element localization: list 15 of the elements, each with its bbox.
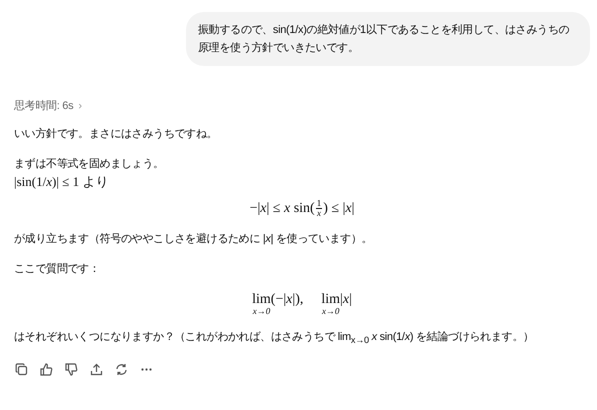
math-line: |sin(1/x)| ≤ 1 より [14,173,110,191]
regenerate-icon[interactable] [115,363,128,376]
paragraph: まずは不等式を固めましょう。 [14,157,165,172]
paragraph: ここで質問です： [14,262,101,277]
chevron-icon[interactable]: › [78,100,82,112]
paragraph: いい方針です。まさにはさみうちですね。 [14,126,218,142]
user-message: 振動するので、sin(1/x)の絶対値が1以下であることを利用して、はさみうちの原理を使う方針でいきたいです。 [186,12,590,66]
thumbs-down-icon[interactable] [65,363,78,376]
thumbs-up-icon[interactable] [40,363,53,376]
paragraph: はそれぞれいくつになりますか？（これがわかれば、はさみうちで lim$_{x→0}$ x sin(1/x) を結論づけられます。） [14,330,535,348]
copy-icon[interactable] [15,363,28,376]
share-icon[interactable] [90,363,103,376]
display-formula: lim x→0 (−|x|), lim x→0 |x| [252,292,352,316]
thinking-time[interactable]: 思考時間: 6s [14,98,74,113]
paragraph: が成り立ちます（符号のややこしさを避けるために |x| を使っています）。 [14,232,374,247]
